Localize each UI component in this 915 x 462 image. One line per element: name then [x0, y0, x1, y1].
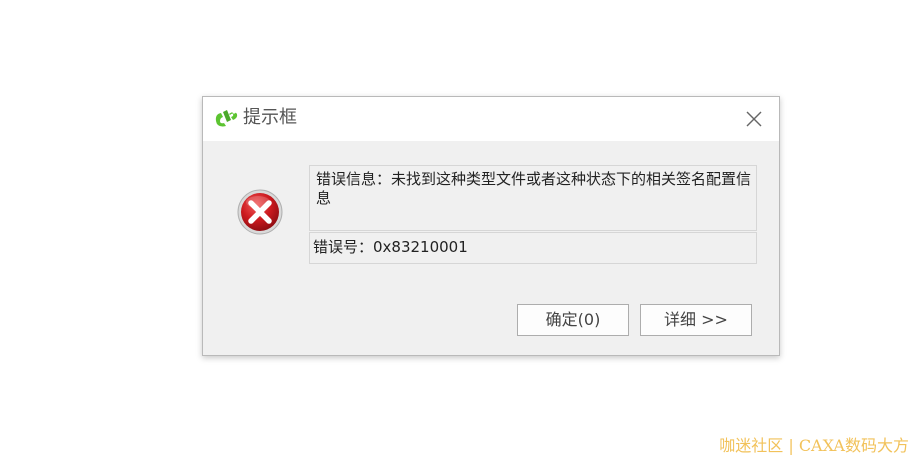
- screen: 提示框 错误信息：未找到这种类型文件或者这种状态下的相关签名配置信息 错误号：0…: [0, 0, 915, 462]
- error-code-box: 错误号：0x83210001: [309, 232, 757, 264]
- error-message-text: 错误信息：未找到这种类型文件或者这种状态下的相关签名配置信息: [316, 170, 752, 207]
- details-button[interactable]: 详细 >>: [640, 304, 752, 336]
- error-x-icon: [236, 188, 284, 236]
- ok-button[interactable]: 确定(0): [517, 304, 629, 336]
- watermark-text: 咖迷社区 | CAXA数码大方: [719, 436, 909, 455]
- error-code-text: 错误号：0x83210001: [313, 238, 468, 256]
- message-dialog: 提示框 错误信息：未找到这种类型文件或者这种状态下的相关签名配置信息 错误号：0…: [202, 96, 780, 356]
- close-icon: [746, 111, 762, 127]
- error-message-box: 错误信息：未找到这种类型文件或者这种状态下的相关签名配置信息: [309, 165, 757, 231]
- dialog-title: 提示框: [243, 107, 297, 128]
- dialog-titlebar[interactable]: 提示框: [203, 97, 779, 141]
- close-button[interactable]: [741, 106, 767, 132]
- caxa-logo-icon: [214, 108, 238, 128]
